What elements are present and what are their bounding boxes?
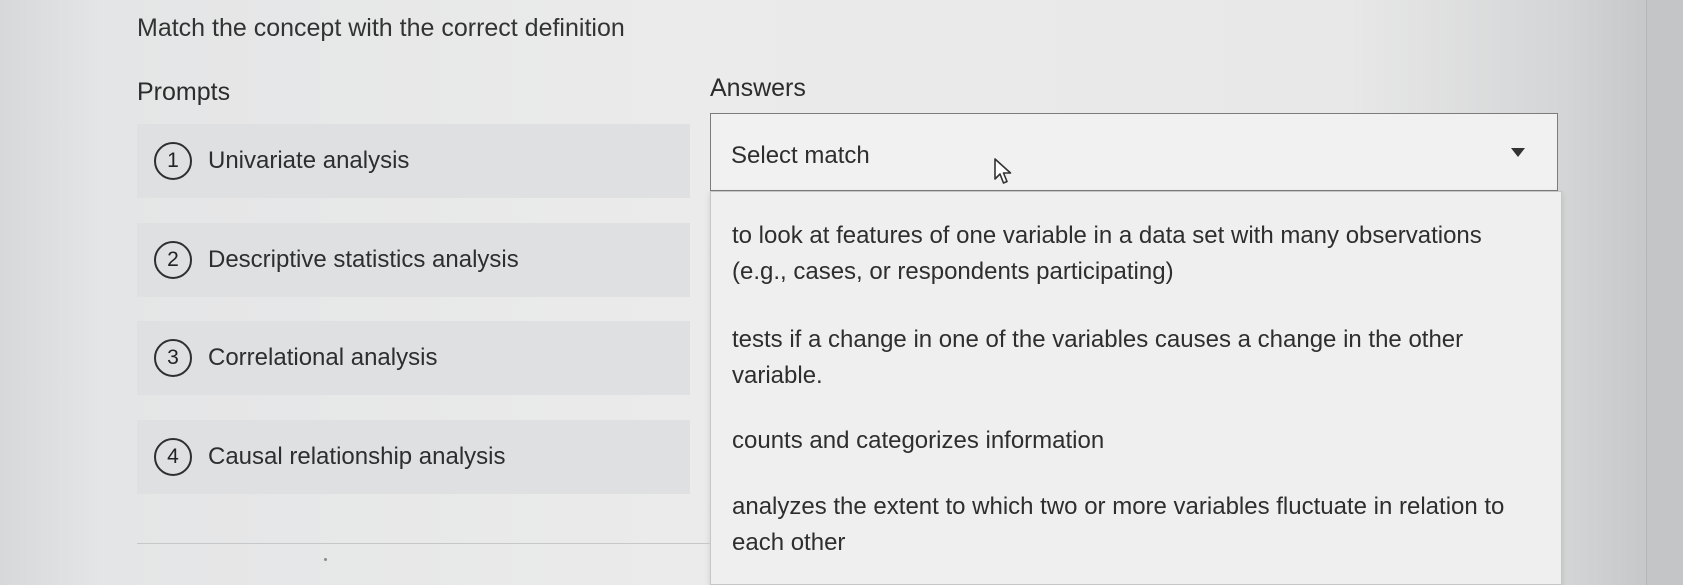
divider-line (137, 543, 710, 544)
prompt-label: Correlational analysis (208, 344, 438, 371)
caret-down-icon (1511, 148, 1525, 157)
option-causal-definition[interactable]: tests if a change in one of the variable… (732, 322, 1532, 394)
option-univariate-definition[interactable]: to look at features of one variable in a… (732, 218, 1532, 290)
match-select-dropdown[interactable]: Select match (710, 113, 1558, 191)
option-descriptive-definition[interactable]: counts and categorizes information (732, 423, 1532, 459)
prompt-number-badge: 1 (154, 142, 192, 180)
prompt-row-1: 1 Univariate analysis (137, 124, 690, 198)
prompt-label: Descriptive statistics analysis (208, 246, 519, 273)
option-correlational-definition[interactable]: analyzes the extent to which two or more… (732, 489, 1532, 561)
prompt-label: Causal relationship analysis (208, 443, 506, 470)
right-side-panel (1646, 0, 1683, 585)
select-placeholder: Select match (731, 142, 870, 169)
prompt-label: Univariate analysis (208, 147, 410, 174)
prompt-row-2: 2 Descriptive statistics analysis (137, 223, 690, 297)
dropdown-options-list: to look at features of one variable in a… (710, 191, 1562, 585)
prompt-row-4: 4 Causal relationship analysis (137, 420, 690, 494)
prompt-number-badge: 2 (154, 241, 192, 279)
question-instruction: Match the concept with the correct defin… (137, 14, 625, 42)
mouse-pointer-icon (994, 158, 1012, 184)
prompt-number-badge: 3 (154, 339, 192, 377)
decorative-dot (324, 558, 327, 561)
panel-divider (1646, 0, 1647, 585)
prompts-heading: Prompts (137, 78, 231, 106)
answers-heading: Answers (710, 74, 806, 102)
prompt-number-badge: 4 (154, 438, 192, 476)
prompt-row-3: 3 Correlational analysis (137, 321, 690, 395)
